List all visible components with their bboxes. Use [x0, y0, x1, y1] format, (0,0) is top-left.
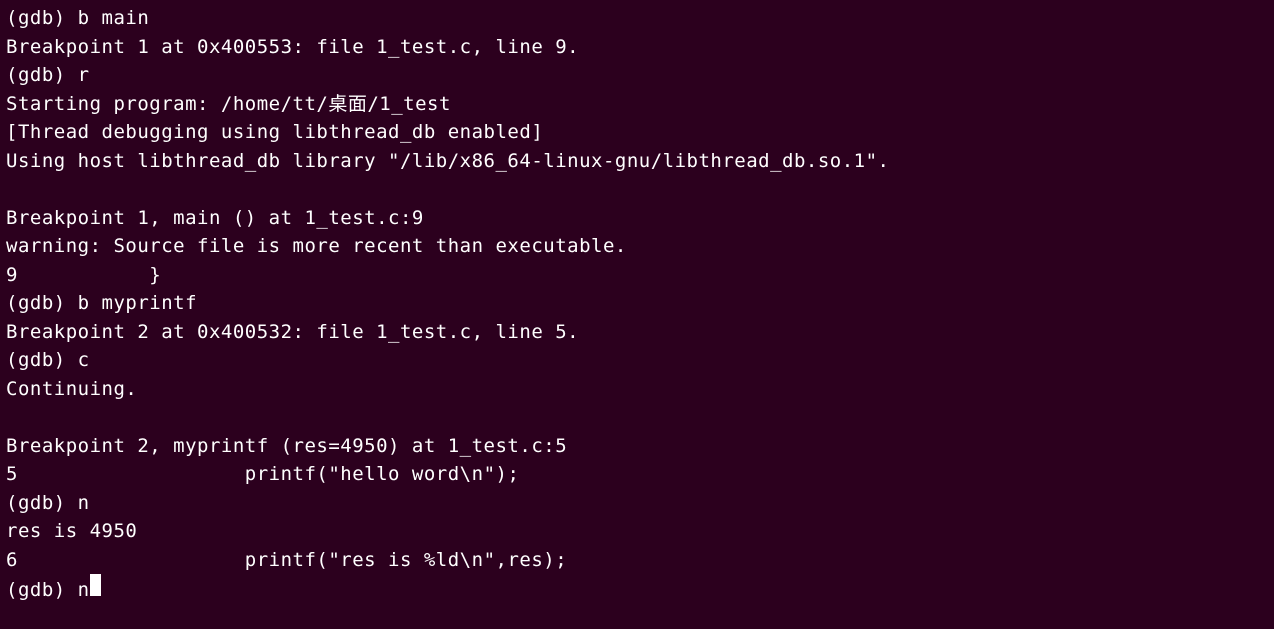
command-input: r — [78, 61, 90, 90]
terminal-prompt-line[interactable]: (gdb) n — [6, 574, 1268, 605]
terminal-prompt-line: (gdb) b myprintf — [6, 289, 1268, 318]
command-input: b myprintf — [78, 289, 197, 318]
terminal-output-line: Breakpoint 2, myprintf (res=4950) at 1_t… — [6, 432, 1268, 461]
terminal-output-line: Starting program: /home/tt/桌面/1_test — [6, 90, 1268, 119]
command-input: b main — [78, 4, 150, 33]
gdb-prompt: (gdb) — [6, 346, 78, 375]
terminal-prompt-line: (gdb) r — [6, 61, 1268, 90]
gdb-prompt: (gdb) — [6, 289, 78, 318]
cursor-icon — [90, 574, 101, 596]
terminal-prompt-line: (gdb) b main — [6, 4, 1268, 33]
terminal-output-line: Breakpoint 1 at 0x400553: file 1_test.c,… — [6, 33, 1268, 62]
terminal-output-line: 5 printf("hello word\n"); — [6, 460, 1268, 489]
terminal-output-line — [6, 175, 1268, 204]
terminal-output-line: warning: Source file is more recent than… — [6, 232, 1268, 261]
terminal-output-line — [6, 403, 1268, 432]
terminal-prompt-line: (gdb) c — [6, 346, 1268, 375]
terminal-output-line: 6 printf("res is %ld\n",res); — [6, 546, 1268, 575]
command-input: n — [78, 489, 90, 518]
gdb-prompt: (gdb) — [6, 489, 78, 518]
terminal-output-line: Continuing. — [6, 375, 1268, 404]
gdb-prompt: (gdb) — [6, 576, 78, 605]
terminal-output-line: Breakpoint 1, main () at 1_test.c:9 — [6, 204, 1268, 233]
terminal-output-line: 9 } — [6, 261, 1268, 290]
command-input: c — [78, 346, 90, 375]
terminal-output-area[interactable]: (gdb) b mainBreakpoint 1 at 0x400553: fi… — [6, 4, 1268, 605]
terminal-output-line: Using host libthread_db library "/lib/x8… — [6, 147, 1268, 176]
gdb-prompt: (gdb) — [6, 61, 78, 90]
terminal-output-line: Breakpoint 2 at 0x400532: file 1_test.c,… — [6, 318, 1268, 347]
command-input[interactable]: n — [78, 576, 90, 605]
gdb-prompt: (gdb) — [6, 4, 78, 33]
terminal-output-line: res is 4950 — [6, 517, 1268, 546]
terminal-output-line: [Thread debugging using libthread_db ena… — [6, 118, 1268, 147]
terminal-prompt-line: (gdb) n — [6, 489, 1268, 518]
